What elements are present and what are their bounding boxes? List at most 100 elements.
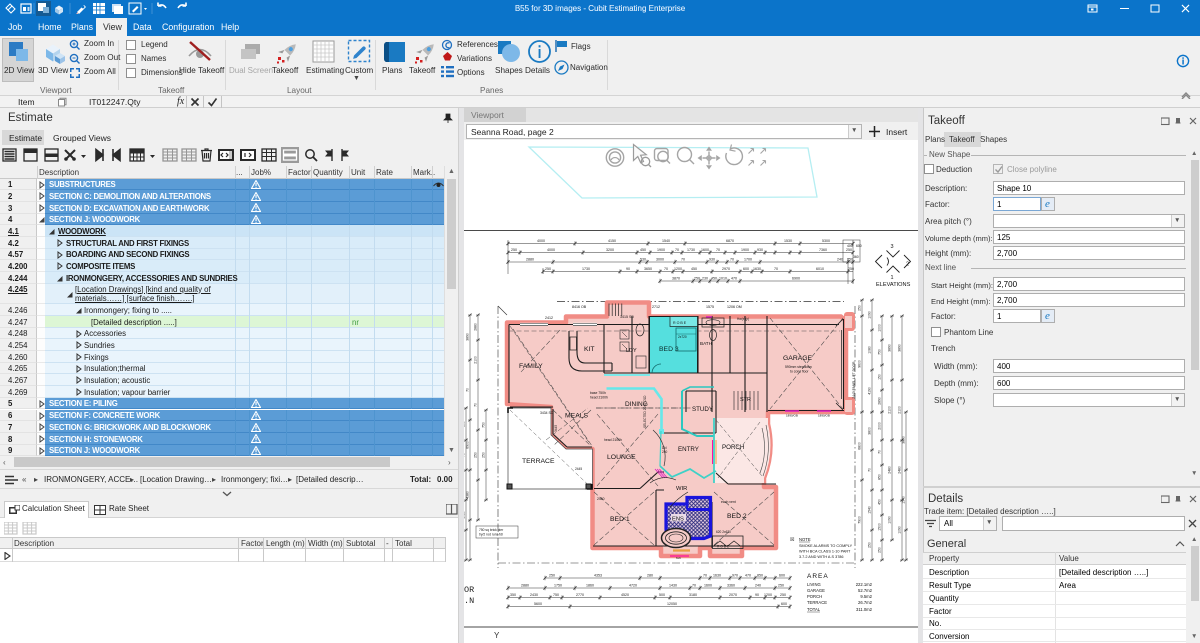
svg-text:1090: 1090 [898, 526, 902, 534]
svg-text:2880: 2880 [521, 584, 529, 588]
svg-text:1730: 1730 [582, 267, 590, 271]
svg-text:230: 230 [702, 277, 708, 281]
svg-text:TERRACE: TERRACE [522, 458, 555, 465]
svg-text:4000: 4000 [547, 248, 555, 252]
svg-text:2480: 2480 [888, 466, 892, 474]
svg-text:250: 250 [868, 542, 872, 548]
svg-text:4720: 4720 [629, 584, 637, 588]
svg-text:MEALS: MEALS [565, 413, 589, 420]
svg-text:52.7m2: 52.7m2 [858, 588, 873, 593]
svg-text:600: 600 [781, 602, 787, 606]
svg-text:70: 70 [466, 388, 470, 392]
svg-text:ELEVATIONS: ELEVATIONS [876, 282, 911, 288]
svg-text:SELECTED 2040 CSD: SELECTED 2040 CSD [643, 395, 647, 428]
svg-text:250: 250 [878, 547, 882, 553]
svg-text:6900: 6900 [792, 277, 800, 281]
svg-text:250: 250 [482, 452, 486, 458]
svg-text:1540: 1540 [662, 239, 670, 243]
svg-text:6800: 6800 [858, 442, 862, 450]
svg-text:1020: 1020 [464, 511, 466, 519]
svg-text:1090: 1090 [868, 311, 872, 319]
svg-text:1730: 1730 [687, 248, 695, 252]
svg-text:Y: Y [494, 631, 500, 640]
svg-text:3890: 3890 [898, 344, 902, 352]
svg-text:3.7.2 AND WITH A.S 3786: 3.7.2 AND WITH A.S 3786 [799, 555, 844, 559]
svg-text:4150: 4150 [608, 239, 616, 243]
svg-text:1500: 1500 [878, 523, 882, 531]
svg-text:2100: 2100 [888, 406, 892, 414]
svg-text:3200: 3200 [606, 248, 614, 252]
svg-text:WITH BCA CLASS 1-10 PART: WITH BCA CLASS 1-10 PART [799, 550, 851, 554]
svg-text:1630: 1630 [753, 267, 761, 271]
svg-text:GARAGE: GARAGE [807, 588, 825, 593]
svg-text:90: 90 [626, 267, 630, 271]
svg-text:250: 250 [694, 277, 700, 281]
svg-text:2440 PANEL LIFT DOOR: 2440 PANEL LIFT DOOR [852, 361, 856, 399]
svg-text:6010: 6010 [816, 267, 824, 271]
svg-text:620 2x620: 620 2x620 [716, 530, 731, 534]
svg-text:250: 250 [780, 593, 786, 597]
svg-text:1: 1 [891, 275, 894, 281]
svg-text:1900: 1900 [741, 248, 749, 252]
svg-text:.N: .N [464, 596, 474, 606]
svg-text:70: 70 [774, 267, 778, 271]
svg-text:☒: ☒ [790, 537, 795, 543]
svg-text:750: 750 [482, 422, 486, 428]
svg-text:2x720: 2x720 [678, 335, 687, 339]
svg-text:BED 1: BED 1 [610, 516, 630, 523]
svg-text:400: 400 [847, 244, 853, 248]
svg-text:1540: 1540 [868, 506, 872, 514]
svg-text:1860: 1860 [586, 584, 594, 588]
svg-text:850: 850 [878, 474, 882, 480]
svg-text:2970: 2970 [722, 267, 730, 271]
svg-text:1010: 1010 [719, 277, 727, 281]
svg-text:R O B E: R O B E [717, 545, 730, 549]
svg-text:150: 150 [878, 374, 882, 380]
svg-text:600: 600 [743, 267, 749, 271]
svg-text:ENS: ENS [672, 517, 684, 523]
svg-text:3: 3 [891, 244, 894, 250]
svg-text:70: 70 [868, 468, 872, 472]
svg-text:PORCH: PORCH [807, 594, 822, 599]
svg-text:280: 280 [647, 574, 653, 578]
svg-text:SMOKE ALARMS TO COMPLY: SMOKE ALARMS TO COMPLY [799, 544, 853, 548]
svg-text:750: 750 [553, 593, 559, 597]
svg-text:4380: 4380 [466, 491, 470, 499]
svg-text:AREA: AREA [807, 573, 829, 580]
svg-text:500: 500 [659, 593, 665, 597]
svg-text:NOTE: NOTE [799, 537, 811, 542]
svg-text:1600: 1600 [701, 248, 709, 252]
svg-text:2: 2 [906, 262, 909, 268]
svg-text:3890: 3890 [888, 344, 892, 352]
svg-text:3870: 3870 [672, 277, 680, 281]
svg-text:350: 350 [510, 593, 516, 597]
svg-text:450: 450 [711, 277, 717, 281]
svg-text:2070: 2070 [729, 593, 737, 597]
svg-text:450: 450 [878, 499, 882, 505]
svg-text:KIT: KIT [584, 346, 595, 353]
svg-text:70: 70 [878, 450, 882, 454]
svg-text:3360: 3360 [727, 584, 735, 588]
svg-text:70: 70 [716, 248, 720, 252]
svg-text:to conc floor: to conc floor [790, 370, 809, 374]
svg-text:3800: 3800 [868, 427, 872, 435]
svg-text:1430: 1430 [669, 584, 677, 588]
svg-text:LIVING: LIVING [807, 582, 821, 587]
svg-text:2480: 2480 [898, 466, 902, 474]
svg-text:LOUNGE: LOUNGE [607, 454, 636, 461]
svg-text:70: 70 [675, 248, 679, 252]
svg-text:2100: 2100 [898, 406, 902, 414]
svg-text:4190: 4190 [868, 387, 872, 395]
svg-text:9.5m2: 9.5m2 [860, 594, 872, 599]
svg-text:1000: 1000 [878, 324, 882, 332]
svg-text:12050: 12050 [667, 602, 677, 606]
svg-text:590mm stepdown: 590mm stepdown [785, 365, 812, 369]
svg-text:70: 70 [730, 258, 734, 262]
svg-text:450: 450 [691, 267, 697, 271]
svg-text:90: 90 [755, 593, 759, 597]
svg-text:3445: 3445 [554, 425, 558, 432]
svg-text:7360: 7360 [819, 248, 827, 252]
svg-text:OR: OR [464, 585, 474, 595]
svg-text:470: 470 [731, 277, 737, 281]
svg-text:BED 3: BED 3 [659, 346, 679, 353]
